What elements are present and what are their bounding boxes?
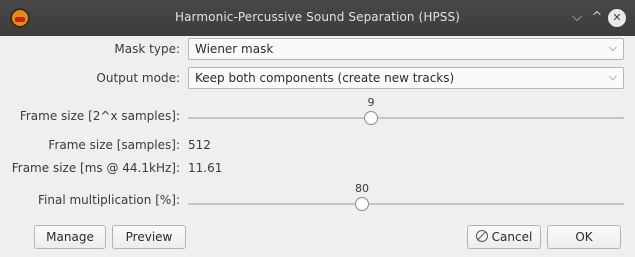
mask-type-select[interactable]: Wiener mask ⌵ xyxy=(188,38,624,60)
mask-type-value: Wiener mask xyxy=(195,42,274,56)
slider-track xyxy=(188,117,624,119)
final-mult-value: 80 xyxy=(355,182,369,195)
preview-button[interactable]: Preview xyxy=(112,225,186,249)
maximize-button[interactable]: ^ xyxy=(588,9,606,27)
cancel-button[interactable]: Cancel xyxy=(467,225,541,249)
close-icon: ✕ xyxy=(612,11,622,24)
minimize-button[interactable]: ⌵ xyxy=(568,9,586,27)
chevron-down-icon: ⌵ xyxy=(572,10,582,25)
title-bar: Harmonic-Percussive Sound Separation (HP… xyxy=(0,0,635,36)
frame-size-exp-label: Frame size [2^x samples]: xyxy=(19,109,180,123)
final-mult-label: Final multiplication [%]: xyxy=(38,193,180,207)
window-title: Harmonic-Percussive Sound Separation (HP… xyxy=(174,10,461,24)
mask-type-label: Mask type: xyxy=(114,42,180,56)
output-mode-value: Keep both components (create new tracks) xyxy=(195,71,455,85)
frame-size-samples-value: 512 xyxy=(188,138,211,152)
output-mode-label: Output mode: xyxy=(96,71,180,85)
frame-size-ms-label: Frame size [ms @ 44.1kHz]: xyxy=(11,161,180,175)
chevron-down-icon: ⌵ xyxy=(608,70,617,83)
cancel-icon xyxy=(475,230,488,242)
ok-button[interactable]: OK xyxy=(547,225,621,249)
close-button[interactable]: ✕ xyxy=(608,9,626,27)
manage-button[interactable]: Manage xyxy=(34,225,106,249)
slider-track xyxy=(188,203,624,205)
slider-handle[interactable] xyxy=(355,197,369,211)
final-mult-slider[interactable]: 80 xyxy=(188,182,624,212)
chevron-up-icon: ^ xyxy=(591,10,603,25)
cancel-label: Cancel xyxy=(491,230,533,244)
frame-size-exp-value: 9 xyxy=(367,96,375,109)
slider-handle[interactable] xyxy=(364,111,378,125)
frame-size-ms-value: 11.61 xyxy=(188,161,223,175)
chevron-down-icon: ⌵ xyxy=(608,41,617,54)
frame-size-exp-slider[interactable]: 9 xyxy=(188,96,624,126)
output-mode-select[interactable]: Keep both components (create new tracks)… xyxy=(188,67,624,89)
frame-size-samples-label: Frame size [samples]: xyxy=(48,138,180,152)
